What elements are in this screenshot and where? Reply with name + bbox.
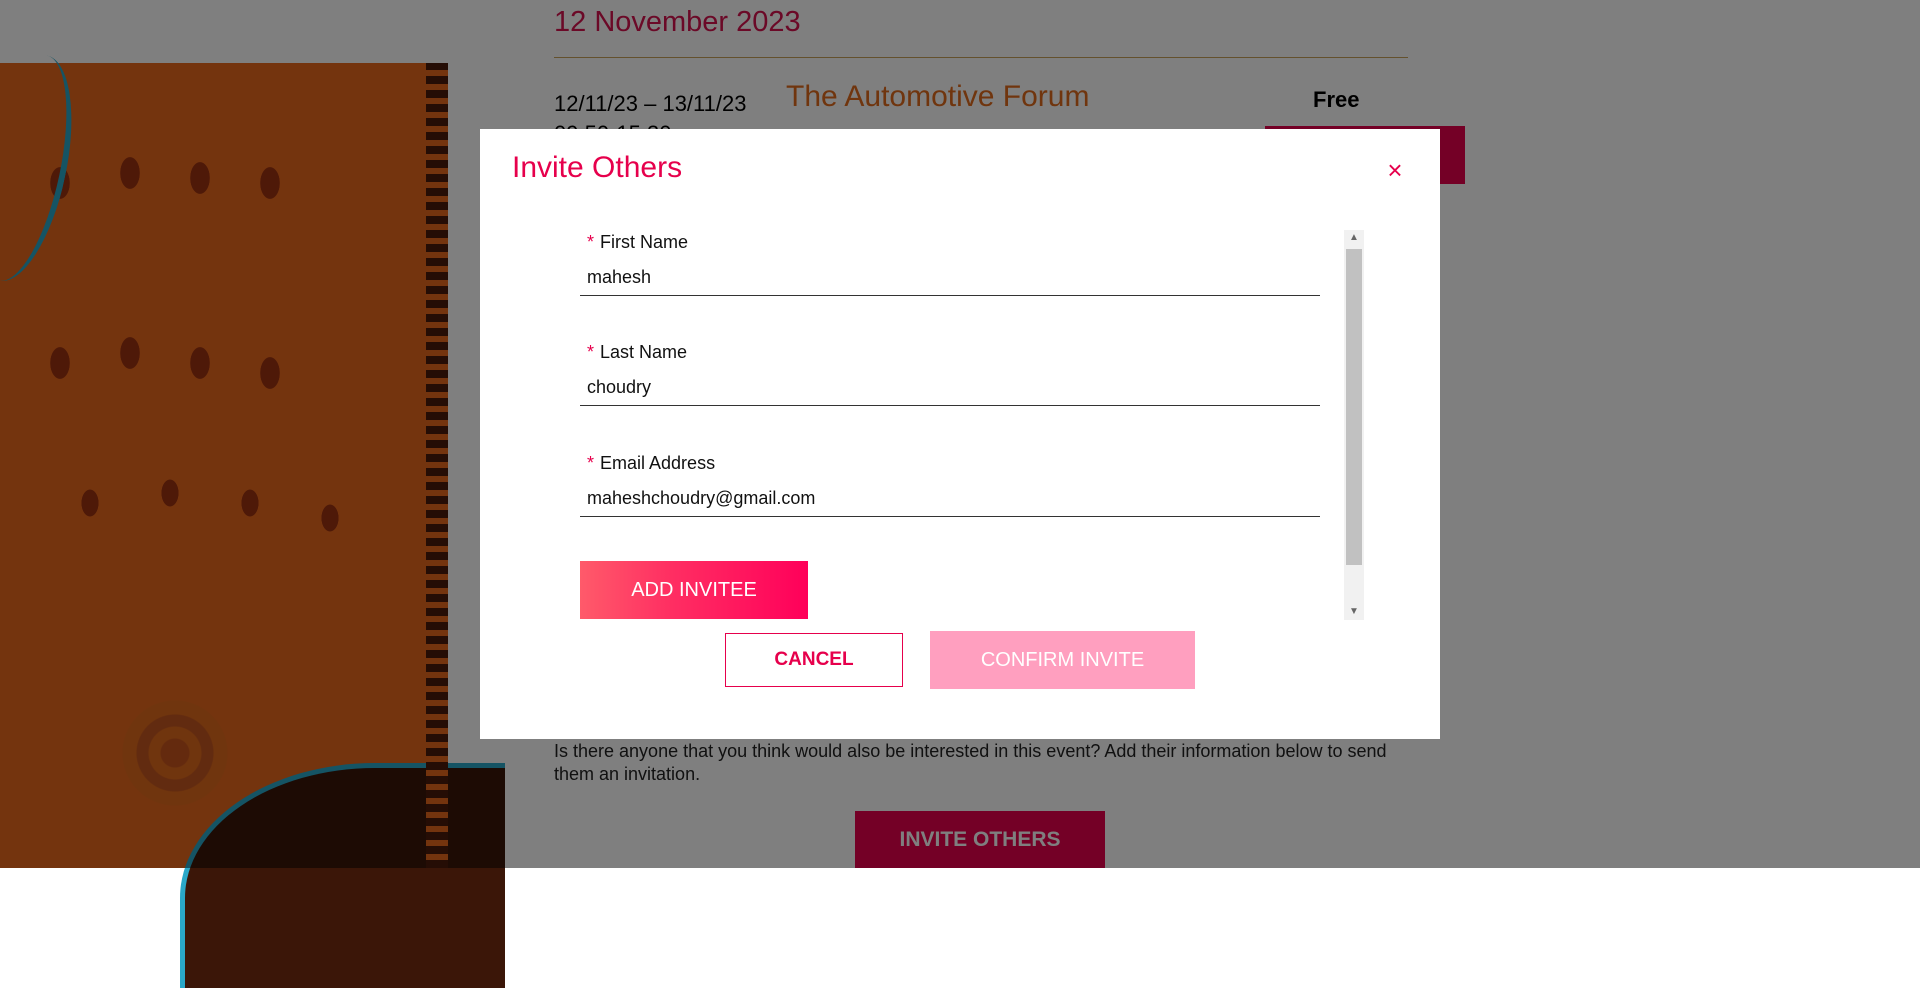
- first-name-label: First Name: [600, 232, 689, 252]
- email-label: Email Address: [600, 453, 716, 473]
- scroll-down-arrow-icon[interactable]: ▼: [1344, 604, 1364, 620]
- email-input[interactable]: [580, 481, 1320, 517]
- invite-form: *First Name *Last Name *Email Address AD…: [580, 230, 1346, 620]
- first-name-input[interactable]: [580, 260, 1320, 296]
- close-icon[interactable]: ×: [1380, 155, 1410, 185]
- required-marker: *: [587, 342, 595, 362]
- last-name-field: * Last Name: [580, 340, 1320, 406]
- required-marker: *: [587, 232, 595, 252]
- form-scrollbar[interactable]: ▲ ▼: [1344, 230, 1364, 620]
- scrollbar-thumb[interactable]: [1346, 249, 1362, 565]
- scroll-up-arrow-icon[interactable]: ▲: [1344, 230, 1364, 246]
- last-name-input[interactable]: [580, 370, 1320, 406]
- invite-others-modal: Invite Others × *First Name *Last Name *…: [480, 129, 1440, 739]
- required-marker: *: [587, 453, 595, 473]
- add-invitee-button[interactable]: ADD INVITEE: [580, 561, 808, 619]
- last-name-label: Last Name: [600, 342, 688, 362]
- cancel-button[interactable]: CANCEL: [725, 633, 903, 687]
- first-name-field: * First Name: [580, 230, 1320, 296]
- email-field: * Email Address: [580, 451, 1320, 517]
- confirm-invite-button[interactable]: CONFIRM INVITE: [930, 631, 1195, 689]
- modal-title: Invite Others: [512, 151, 683, 184]
